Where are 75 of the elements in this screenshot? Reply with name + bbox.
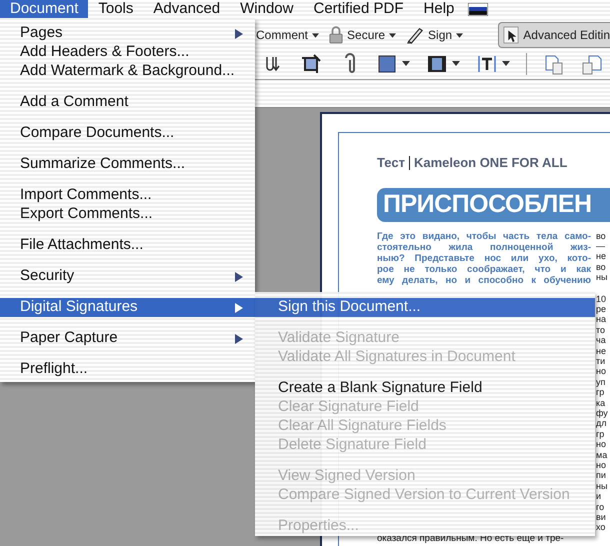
column-text: ма <box>596 450 608 460</box>
menu-bar-item[interactable]: Help <box>414 0 464 18</box>
column-text: не <box>596 346 607 356</box>
header-label: Тест <box>377 154 405 172</box>
column-text: ны <box>596 272 608 283</box>
square-icon[interactable] <box>376 52 398 74</box>
pen-icon <box>406 26 424 44</box>
menu-item[interactable]: Paper Capture <box>0 329 255 348</box>
page-icon[interactable] <box>543 52 565 74</box>
column-text: пи <box>596 470 607 481</box>
column-text: — <box>596 240 606 252</box>
column-text: уп <box>596 376 606 388</box>
menu-item[interactable]: Add Watermark & Background... <box>0 62 255 81</box>
column-text: го <box>596 502 606 512</box>
menu-item[interactable]: Compare Documents... <box>0 124 255 143</box>
menu-item[interactable]: Digital Signatures <box>0 298 255 317</box>
menu-item[interactable]: Add a Comment <box>0 93 255 112</box>
submenu-item[interactable]: Sign this Document... <box>255 298 595 317</box>
caret-icon <box>389 32 396 38</box>
column-text: 10 <box>596 294 608 304</box>
menu-item[interactable]: File Attachments... <box>0 236 255 255</box>
menu-bar-item[interactable]: Certified PDF <box>303 0 414 18</box>
column-text: ре <box>596 304 608 314</box>
submenu-arrow-icon <box>235 272 243 282</box>
column-text: ча <box>596 335 607 346</box>
title-banner: ПРИСПОСОБЛЕН <box>377 188 610 222</box>
page-icon[interactable] <box>581 52 603 74</box>
column-text: фу <box>596 408 608 418</box>
column-text: хо <box>596 522 606 533</box>
column-text: во <box>596 230 607 241</box>
column-text: не <box>596 251 607 262</box>
column-text: ти <box>596 356 606 366</box>
flag-icon[interactable] <box>468 2 488 16</box>
column-text: во <box>596 262 607 272</box>
menu-item[interactable]: Export Comments... <box>0 205 255 224</box>
advanced-editing-button[interactable]: Advanced Editin <box>498 22 610 48</box>
menu-item[interactable]: Add Headers & Footers... <box>0 43 255 62</box>
padlock-icon <box>329 26 344 44</box>
caret-icon <box>312 32 320 38</box>
menu-item[interactable]: Pages <box>0 24 255 43</box>
column-text: ви <box>596 512 607 522</box>
submenu-item[interactable]: Create a Blank Signature Field <box>255 379 595 398</box>
menu-item[interactable]: Security <box>0 267 255 286</box>
submenu-arrow-icon <box>235 302 243 312</box>
menu-bar-item[interactable]: Document <box>0 0 88 18</box>
menu-bar-item[interactable]: Window <box>230 0 304 18</box>
column-text: ны <box>596 480 608 492</box>
submenu-arrow-icon <box>235 28 243 38</box>
column-text: гр <box>596 428 606 440</box>
caret-icon[interactable] <box>402 61 410 66</box>
column-text: ка <box>596 398 606 408</box>
header-title: Kameleon ONE FOR ALL <box>414 154 568 172</box>
column-text: то <box>596 324 606 336</box>
comment-button[interactable]: Comment <box>252 22 324 48</box>
column-text: но <box>596 439 607 450</box>
caret-icon <box>456 32 464 38</box>
menu-item[interactable]: Preflight... <box>0 360 255 379</box>
column-text: но <box>596 460 607 470</box>
submenu-arrow-icon <box>235 334 243 344</box>
menu-bar-item[interactable]: Tools <box>88 0 144 18</box>
menu-bar-item[interactable]: Advanced <box>143 0 230 18</box>
menu-item[interactable]: Summarize Comments... <box>0 155 255 174</box>
menu-item[interactable]: Import Comments... <box>0 186 255 205</box>
body-text-line: оказался правильным. Но есть еще и тре- <box>377 534 565 544</box>
lead-paragraph: Где это видано, чтобы часть тела само- стоятельно жила полноценной жиз- ныю? Представьте нос или ухо, кото- рое не только соображает, что и как ему делать, но и способно к обучению <box>377 230 591 286</box>
cursor-icon <box>503 25 520 45</box>
column-text: но <box>596 366 607 377</box>
caret-icon[interactable] <box>502 61 510 66</box>
column-text: гр <box>596 387 606 398</box>
column-text: на <box>596 314 607 325</box>
caret-icon[interactable] <box>452 61 460 66</box>
sign-button[interactable]: Sign <box>402 22 468 48</box>
column-text: дл <box>596 418 608 429</box>
column-text: и <box>596 491 602 502</box>
secure-button[interactable]: Secure <box>325 22 400 48</box>
